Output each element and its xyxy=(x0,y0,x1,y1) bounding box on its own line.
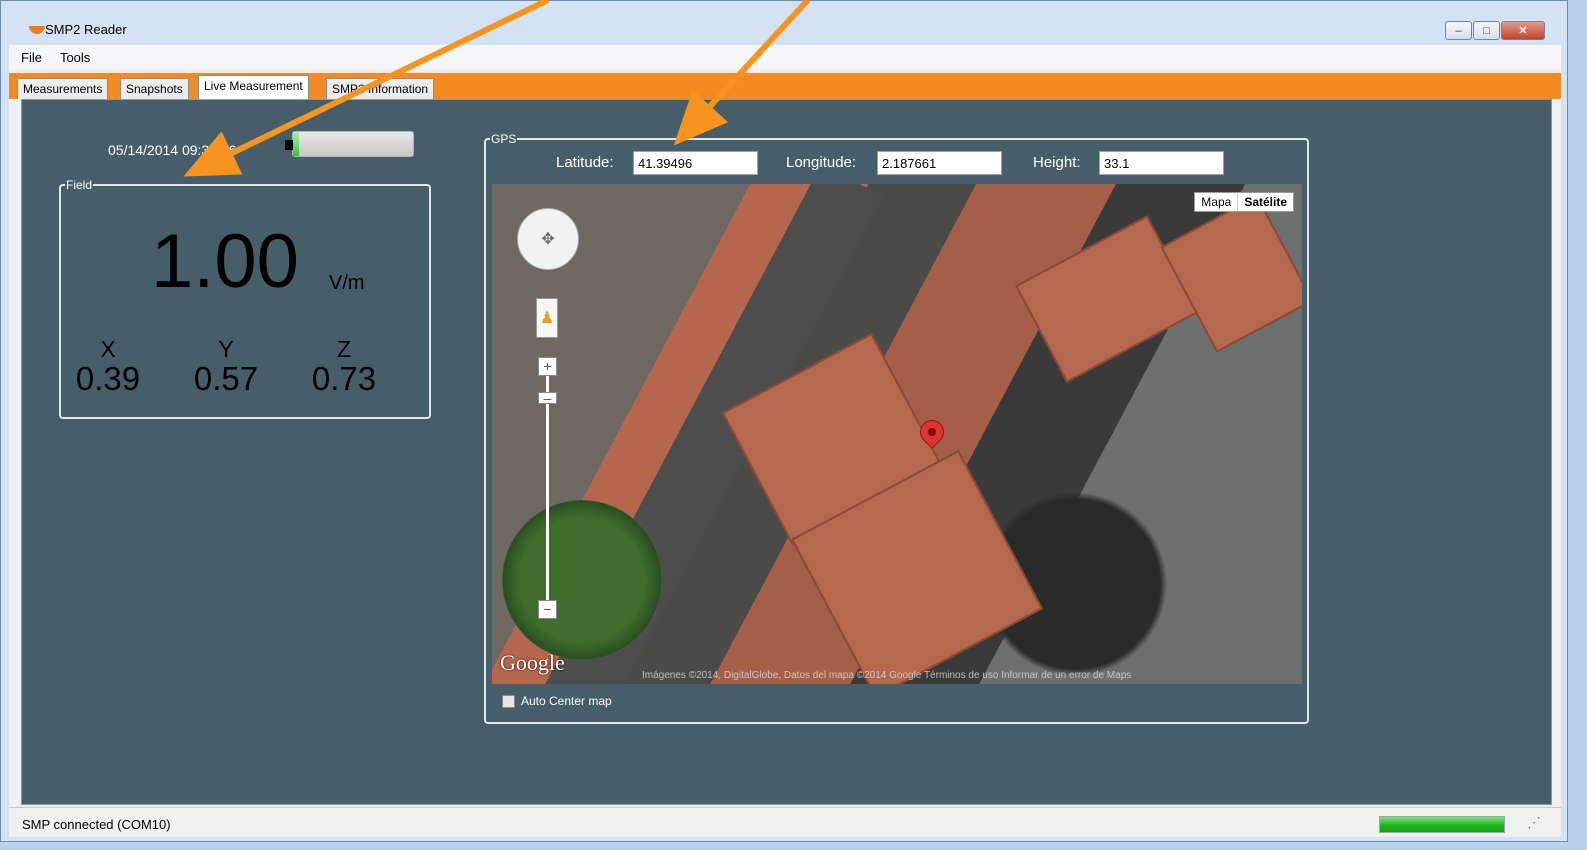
map-type-map[interactable]: Mapa xyxy=(1195,193,1237,211)
pegman-icon[interactable]: ♟ xyxy=(536,298,558,338)
tab-snapshots[interactable]: Snapshots xyxy=(120,78,189,99)
maximize-button[interactable]: □ xyxy=(1473,21,1500,40)
menu-file[interactable]: File xyxy=(21,50,42,65)
zoom-handle[interactable]: – xyxy=(538,391,557,405)
window-controls: – □ ✕ xyxy=(1445,21,1545,40)
field-legend: Field xyxy=(66,178,93,192)
axis-z-value: 0.73 xyxy=(311,360,377,397)
auto-center-label: Auto Center map xyxy=(521,694,612,708)
tab-strip: Measurements Snapshots Live Measurement … xyxy=(9,73,1561,99)
axis-x-label: X xyxy=(100,336,116,362)
menu-tools[interactable]: Tools xyxy=(60,50,90,65)
map-attribution: Imágenes ©2014, DigitalGlobe, Datos del … xyxy=(642,670,1132,681)
gps-legend: GPS xyxy=(491,132,517,146)
connection-status: SMP connected (COM10) xyxy=(22,817,171,832)
live-measurement-panel: 05/14/2014 09:33:06 Field 1.00 V/m X 0.3… xyxy=(21,99,1552,805)
field-group: Field 1.00 V/m X 0.39 Y 0.57 Z 0.73 xyxy=(59,178,431,419)
latitude-label: Latitude: xyxy=(556,154,614,171)
auto-center-checkbox[interactable] xyxy=(502,694,515,708)
field-unit: V/m xyxy=(329,272,365,294)
zoom-out-button[interactable]: − xyxy=(538,600,557,619)
auto-center-option[interactable]: Auto Center map xyxy=(502,694,612,708)
axis-x-value: 0.39 xyxy=(75,360,141,397)
satellite-map[interactable]: Mapa Satélite ✥ ♟ + – − Google Imágenes … xyxy=(492,184,1302,684)
field-total-value: 1.00 xyxy=(151,219,299,304)
map-roundabout xyxy=(502,500,662,660)
battery-terminal xyxy=(285,140,293,150)
axis-y-label: Y xyxy=(218,336,234,362)
axis-z-label: Z xyxy=(336,336,352,362)
menu-bar: File Tools xyxy=(9,45,1561,69)
close-button[interactable]: ✕ xyxy=(1501,21,1545,40)
status-bar: SMP connected (COM10) ⋰ xyxy=(9,807,1561,837)
measurement-datetime: 05/14/2014 09:33:06 xyxy=(108,142,237,158)
zoom-in-button[interactable]: + xyxy=(538,357,557,376)
tab-live-measurement[interactable]: Live Measurement xyxy=(198,75,309,99)
status-progress xyxy=(1379,816,1505,833)
map-type-satellite[interactable]: Satélite xyxy=(1237,193,1293,211)
app-window: SMP2 Reader – □ ✕ File Tools Measurement… xyxy=(0,0,1568,842)
minimize-button[interactable]: – xyxy=(1445,21,1472,40)
longitude-label: Longitude: xyxy=(786,154,857,171)
window-title: SMP2 Reader xyxy=(45,22,127,37)
google-logo: Google xyxy=(500,650,565,675)
latitude-field[interactable] xyxy=(633,151,758,175)
title-bar[interactable]: SMP2 Reader – □ ✕ xyxy=(9,1,1561,41)
status-progress-fill xyxy=(1380,817,1504,832)
pan-control-icon[interactable]: ✥ xyxy=(517,208,579,270)
client-area: File Tools Measurements Snapshots Live M… xyxy=(9,45,1561,837)
axis-x: X 0.39 xyxy=(63,338,153,397)
axis-z: Z 0.73 xyxy=(299,338,389,397)
battery-level-fill xyxy=(293,132,299,156)
map-type-control: Mapa Satélite xyxy=(1194,192,1294,212)
height-field[interactable] xyxy=(1099,151,1224,175)
height-label: Height: xyxy=(1033,154,1081,171)
tab-measurements[interactable]: Measurements xyxy=(17,78,109,99)
resize-grip-icon[interactable]: ⋰ xyxy=(1527,814,1541,831)
tab-smp2-information[interactable]: SMP2 Information xyxy=(326,78,435,99)
map-building xyxy=(1160,195,1302,353)
app-logo-icon xyxy=(29,26,45,34)
axis-y: Y 0.57 xyxy=(181,338,271,397)
axis-y-value: 0.57 xyxy=(193,360,259,397)
longitude-field[interactable] xyxy=(877,151,1002,175)
battery-indicator xyxy=(285,131,414,157)
location-pin-dot xyxy=(928,428,936,436)
